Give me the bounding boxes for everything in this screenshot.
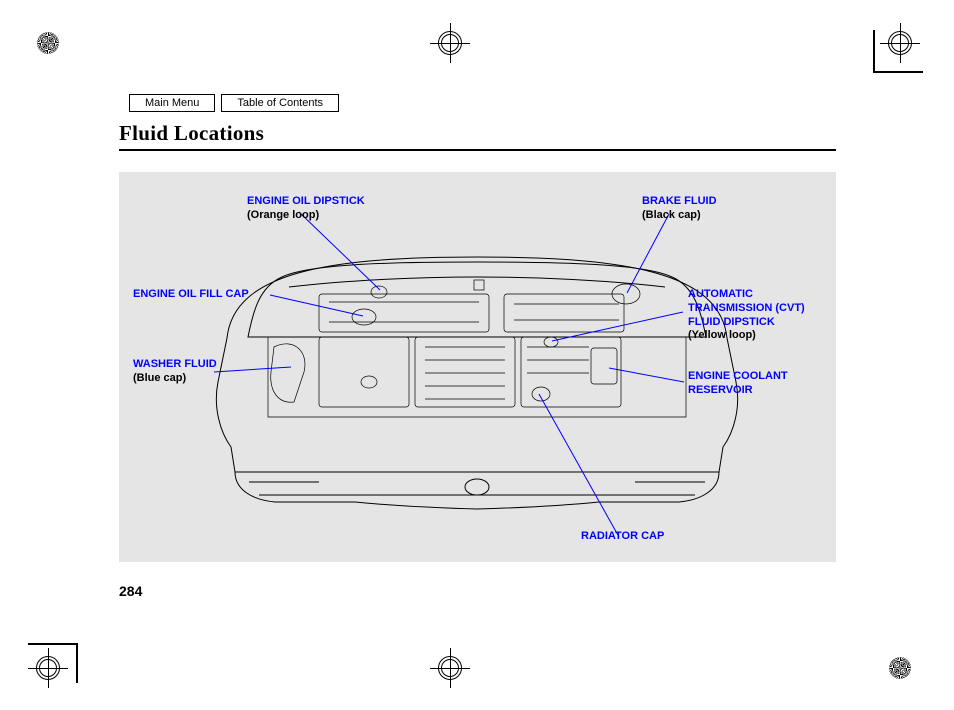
engine-line-art bbox=[119, 172, 836, 562]
registration-mark-icon bbox=[430, 23, 470, 63]
crop-mark bbox=[873, 71, 923, 73]
page-number: 284 bbox=[119, 583, 142, 599]
crop-mark bbox=[76, 643, 78, 683]
main-menu-button[interactable]: Main Menu bbox=[129, 94, 215, 112]
registration-mark-icon bbox=[28, 23, 68, 63]
registration-mark-icon bbox=[430, 648, 470, 688]
nav-bar: Main Menu Table of Contents bbox=[129, 94, 339, 112]
page-title: Fluid Locations bbox=[119, 121, 264, 146]
engine-diagram: ENGINE OIL DIPSTICK (Orange loop) ENGINE… bbox=[119, 172, 836, 562]
crop-mark bbox=[873, 30, 875, 72]
crop-mark bbox=[28, 643, 78, 645]
toc-button[interactable]: Table of Contents bbox=[221, 94, 339, 112]
registration-mark-icon bbox=[28, 648, 68, 688]
title-rule bbox=[119, 149, 836, 151]
registration-mark-icon bbox=[880, 648, 920, 688]
registration-mark-icon bbox=[880, 23, 920, 63]
